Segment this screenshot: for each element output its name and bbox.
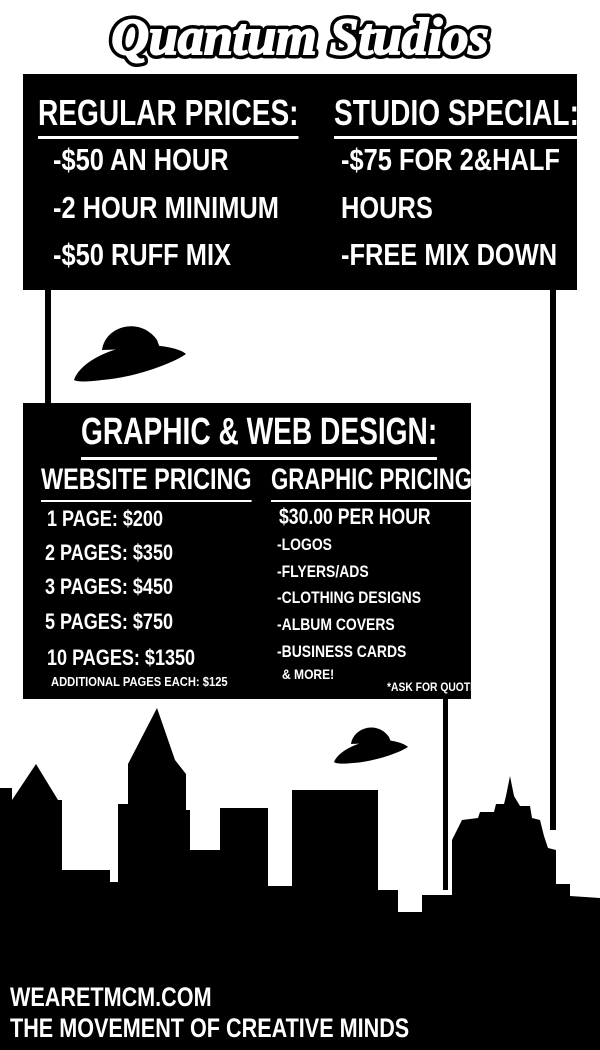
regular-price-item: -$50 AN HOUR	[53, 142, 229, 177]
regular-prices-heading: REGULAR PRICES:	[38, 92, 299, 139]
additional-pages-note: ADDITIONAL PAGES EACH: $125	[51, 674, 228, 689]
page-title: Quantum Studios Quantum Studios	[107, 5, 493, 71]
special-price-item: -FREE MIX DOWN	[341, 237, 558, 272]
graphic-item: -BUSINESS CARDS	[277, 642, 407, 661]
studio-special-heading: STUDIO SPECIAL:	[334, 92, 579, 139]
design-heading: GRAPHIC & WEB DESIGN:	[81, 411, 438, 460]
regular-price-item: -2 HOUR MINIMUM	[53, 190, 279, 225]
website-price-item: 1 PAGE: $200	[47, 506, 163, 531]
graphic-item: -LOGOS	[277, 535, 332, 554]
footer: WEARETMCM.COM THE MOVEMENT OF CREATIVE M…	[10, 982, 509, 1044]
title-text: Quantum Studios	[111, 9, 488, 66]
graphic-item: -FLYERS/ADS	[277, 562, 369, 581]
graphic-item: -ALBUM COVERS	[277, 615, 395, 634]
special-price-item: HOURS	[341, 190, 433, 225]
ufo-icon	[74, 326, 186, 382]
design-pricing-sign: GRAPHIC & WEB DESIGN: WEBSITE PRICING 1 …	[23, 403, 477, 699]
website-price-item: 10 PAGES: $1350	[47, 645, 196, 670]
and-more-text: & MORE!	[282, 666, 335, 682]
special-price-item: -$75 FOR 2&HALF	[341, 142, 560, 177]
graphic-rate: $30.00 PER HOUR	[279, 504, 431, 529]
ask-for-quote: *ASK FOR QUOTE	[387, 680, 478, 694]
footer-tagline: THE MOVEMENT OF CREATIVE MINDS	[10, 1013, 410, 1043]
website-price-item: 2 PAGES: $350	[45, 540, 174, 565]
website-price-item: 3 PAGES: $450	[45, 574, 174, 599]
regular-price-item: -$50 RUFF MIX	[53, 237, 231, 272]
studio-prices-sign: REGULAR PRICES: -$50 AN HOUR -2 HOUR MIN…	[23, 74, 579, 290]
footer-website: WEARETMCM.COM	[10, 982, 212, 1012]
graphic-pricing-heading: GRAPHIC PRICING	[271, 463, 473, 502]
sign-post	[45, 280, 51, 410]
website-pricing-heading: WEBSITE PRICING	[41, 463, 252, 502]
website-price-item: 5 PAGES: $750	[45, 609, 174, 634]
graphic-item: -CLOTHING DESIGNS	[277, 588, 422, 607]
